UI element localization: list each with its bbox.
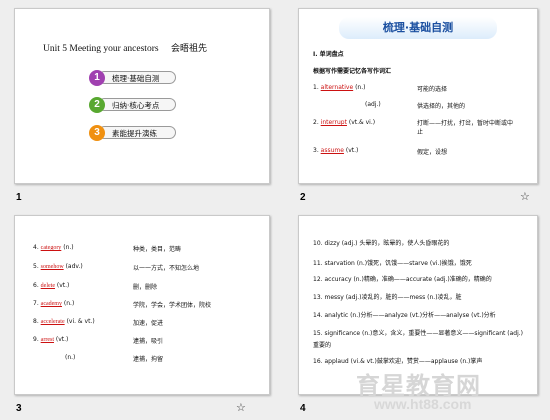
vocab-row: 5. somehow (adv.): [33, 263, 83, 270]
slide-number: 2: [300, 192, 306, 203]
vocab-row: 15. significance (n.)意义，含义，重要性——显著意义——si…: [313, 330, 524, 349]
vocab-meaning: 假定，设想: [417, 149, 448, 156]
vocab-meaning: 可能的选择: [417, 86, 448, 93]
vocab-row: 8. accelerate (vi. & vt.): [33, 318, 95, 325]
transition-icon[interactable]: ☆: [520, 190, 530, 203]
slide-title: Unit 5 Meeting your ancestors 会晤祖先: [43, 41, 207, 54]
vocab-meaning: 加速，促进: [133, 320, 164, 327]
vocab-row: 4. category (n.): [33, 244, 74, 251]
slide-number: 1: [16, 192, 22, 203]
menu-label: 素能提升演练: [98, 126, 176, 139]
slide-number: 4: [300, 403, 306, 414]
transition-icon[interactable]: ☆: [236, 401, 246, 414]
slide-thumbnail-3[interactable]: 4. category (n.) 种类，类目，范畴 5. somehow (ad…: [14, 215, 270, 395]
watermark: 育星教育网 www.ht88.com: [356, 366, 536, 414]
vocab-row: 7. academy (n.): [33, 300, 75, 307]
vocab-meaning: 删，删除: [133, 284, 158, 291]
vocab-meaning: 学院，学会，学术团体，院校: [133, 302, 212, 309]
vocab-row: (n.): [65, 354, 76, 361]
menu-badge: 1: [89, 70, 105, 86]
vocab-meaning: 逮捕，拘留: [133, 356, 164, 363]
slide-thumbnail-2[interactable]: 梳理·基础自测 Ⅰ. 单词盘点 根据写作需要记忆各写作词汇 1. alterna…: [298, 8, 538, 184]
vocab-row: 10. dizzy (adj.) 头晕的，眩晕的，使人头昏眼花的: [313, 240, 450, 247]
vocab-row: 12. accuracy (n.)精确，准确——accurate (adj.)准…: [313, 276, 492, 283]
slide-number: 3: [16, 403, 22, 414]
vocab-row: 11. starvation (n.)饿死，饥饿——starve (vi.)挨饿…: [313, 260, 472, 267]
slide-banner: 梳理·基础自测: [339, 17, 497, 39]
section-heading: Ⅰ. 单词盘点: [313, 51, 344, 58]
vocab-meaning: 种类，类目，范畴: [133, 246, 182, 253]
vocab-row: 3. assume (vt.): [313, 147, 359, 154]
watermark-url: www.ht88.com: [374, 396, 472, 412]
vocab-row: 1. alternative (n.): [313, 84, 366, 91]
title-chinese: 会晤祖先: [170, 44, 207, 54]
menu-label: 归纳·核心考点: [98, 98, 176, 111]
vocab-meaning: 供选择的，其他的: [417, 103, 466, 110]
vocab-row: 13. messy (adj.)凌乱的，脏的——mess (n.)凌乱，脏: [313, 294, 462, 301]
vocab-row: 2. interrupt (vt.& vi.): [313, 119, 376, 126]
vocab-row: 9. arrest (vt.): [33, 336, 69, 343]
vocab-meaning: 打断——打扰，打岔，暂时中断或中止: [417, 120, 514, 136]
vocab-row: 14. analytic (n.)分析——analyze (vt.)分析——an…: [313, 312, 496, 319]
section-subheading: 根据写作需要记忆各写作词汇: [313, 68, 392, 75]
title-english: Unit 5 Meeting your ancestors: [43, 44, 159, 54]
vocab-row: 6. delete (vt.): [33, 282, 70, 289]
vocab-meaning: 以一一方式，不知怎么地: [133, 265, 200, 272]
slide-thumbnail-1[interactable]: Unit 5 Meeting your ancestors 会晤祖先 1 梳理·…: [14, 8, 270, 184]
menu-badge: 3: [89, 125, 105, 141]
menu-label: 梳理·基础自测: [98, 71, 176, 84]
menu-badge: 2: [89, 97, 105, 113]
vocab-meaning: 逮捕，吸引: [133, 338, 164, 345]
vocab-row: (adj.): [365, 101, 381, 108]
vocab-row: 16. applaud (vi.& vt.)鼓掌欢迎，赞赏——applause …: [313, 358, 483, 365]
